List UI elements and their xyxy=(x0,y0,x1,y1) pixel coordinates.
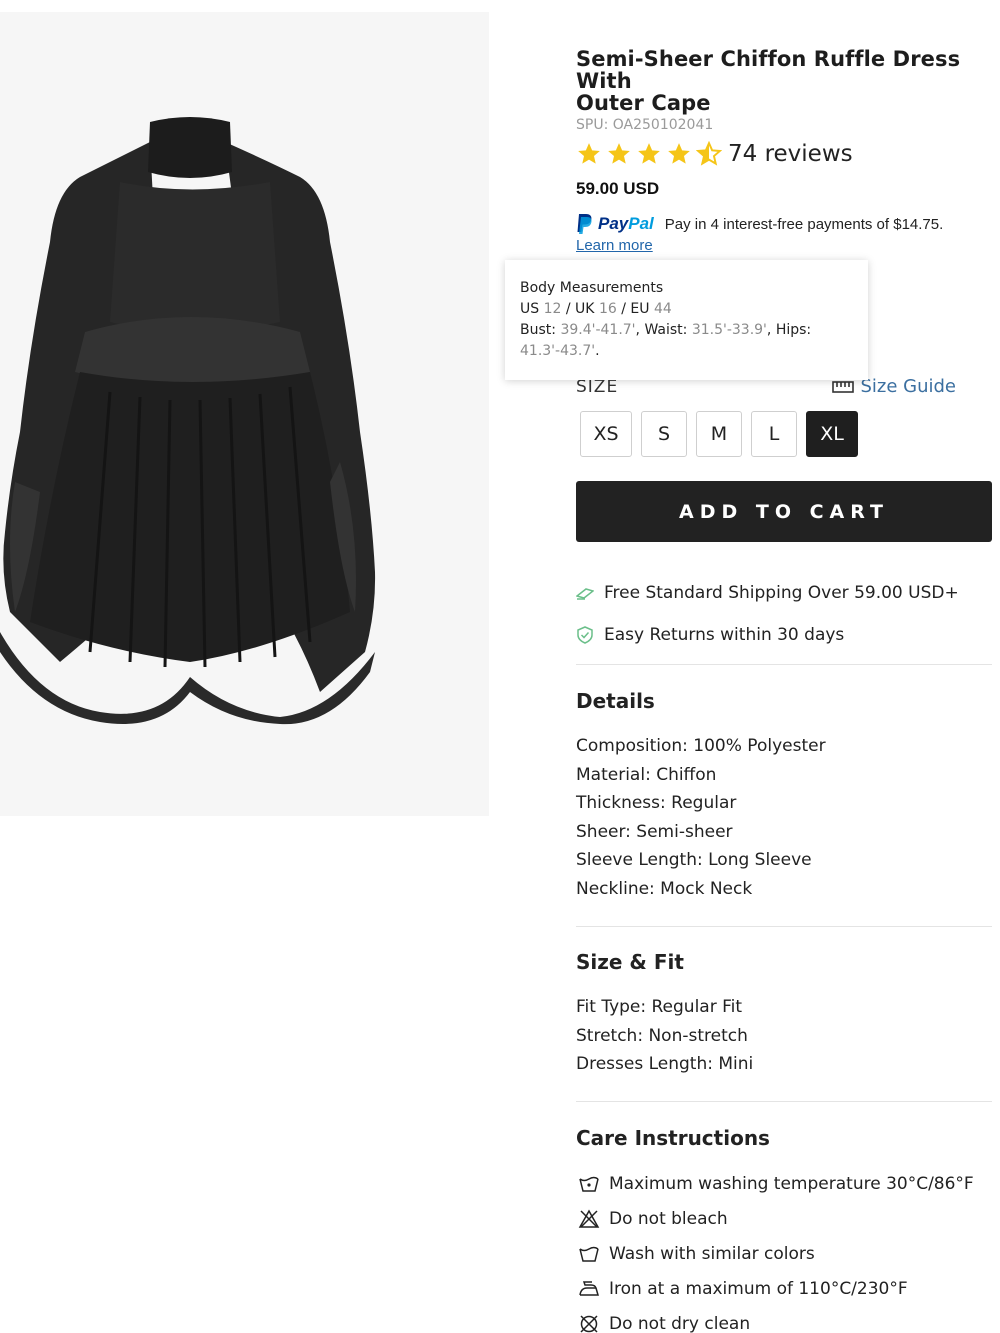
size-option-xs[interactable]: XS xyxy=(580,411,632,457)
tooltip-measurements: Bust: 39.4'-41.7', Waist: 31.5'-33.9', H… xyxy=(520,322,812,359)
paypal-logo-part1: Pay xyxy=(598,214,629,233)
rating-row[interactable]: 74 reviews xyxy=(576,139,992,169)
care-item: Do not bleach xyxy=(578,1201,974,1236)
star-rating xyxy=(576,141,722,167)
wash-tub-icon xyxy=(579,1246,599,1262)
hips-value: 41.3'-43.7' xyxy=(520,343,596,359)
size-option-xl[interactable]: XL xyxy=(806,411,858,457)
care-item-text: Iron at a maximum of 110°C/230°F xyxy=(609,1278,908,1299)
no-dry-clean-icon xyxy=(580,1314,598,1333)
easy-returns-perk: Easy Returns within 30 days xyxy=(576,625,844,645)
star-full-icon xyxy=(578,143,600,164)
product-title: Semi-Sheer Chiffon Ruffle Dress With Out… xyxy=(576,48,992,114)
paypal-logo-part2: Pal xyxy=(628,214,654,233)
care-item: Maximum washing temperature 30°C/86°F xyxy=(578,1166,974,1201)
paypal-banner: PayPal Pay in 4 interest-free payments o… xyxy=(576,213,992,235)
tooltip-title: Body Measurements xyxy=(520,280,664,296)
no-bleach-icon xyxy=(578,1208,600,1228)
details-item: Neckline: Mock Neck xyxy=(576,878,753,899)
spu-code: SPU: OA250102041 xyxy=(576,117,714,133)
reviews-link[interactable]: 74 reviews xyxy=(728,141,853,167)
wash-30-icon xyxy=(579,1176,599,1192)
free-shipping-text: Free Standard Shipping Over 59.00 USD+ xyxy=(604,583,959,603)
details-item: Sleeve Length: Long Sleeve xyxy=(576,850,812,871)
eu-label: EU xyxy=(630,301,650,317)
separator: / xyxy=(621,301,626,317)
care-heading[interactable]: Care Instructions xyxy=(576,1126,770,1150)
us-value: 12 xyxy=(543,301,562,317)
separator: / xyxy=(565,301,571,317)
details-heading[interactable]: Details xyxy=(576,689,655,713)
size-option-l[interactable]: L xyxy=(751,411,797,457)
care-list: Maximum washing temperature 30°C/86°F Do… xyxy=(578,1166,974,1333)
care-item: Wash with similar colors xyxy=(578,1236,974,1271)
add-to-cart-button[interactable]: ADD TO CART xyxy=(576,481,992,542)
paypal-installments-text: Pay in 4 interest-free payments of $14.7… xyxy=(664,215,944,233)
waist-value: 31.5'-33.9' xyxy=(691,322,767,338)
details-item: Material: Chiffon xyxy=(576,764,717,785)
size-fit-item: Fit Type: Regular Fit xyxy=(576,997,743,1017)
uk-label: UK xyxy=(575,301,595,317)
dress-photo xyxy=(0,117,376,725)
details-item: Thickness: Regular xyxy=(576,793,737,814)
product-info: Semi-Sheer Chiffon Ruffle Dress With Out… xyxy=(576,48,992,255)
care-item-text: Wash with similar colors xyxy=(609,1243,815,1264)
bust-label: Bust: xyxy=(520,322,556,338)
shield-check-icon xyxy=(577,626,593,644)
hips-label: Hips: xyxy=(775,322,812,338)
size-fit-list: Fit Type: Regular Fit Stretch: Non-stret… xyxy=(576,993,753,1079)
size-options: XS S M L XL xyxy=(580,411,858,457)
star-full-icon xyxy=(608,143,630,164)
care-item: Iron at a maximum of 110°C/230°F xyxy=(578,1271,974,1306)
tooltip-size-conversion: US 12 / UK 16 / EU 44 xyxy=(520,299,853,320)
waist-label: Waist: xyxy=(644,322,688,338)
details-list: Composition: 100% Polyester Material: Ch… xyxy=(576,732,826,904)
star-half-icon xyxy=(696,141,722,166)
easy-returns-text: Easy Returns within 30 days xyxy=(604,625,845,645)
body-measurements-tooltip: Body Measurements US 12 / UK 16 / EU 44 … xyxy=(505,260,868,380)
paypal-p-icon xyxy=(577,214,592,234)
shipping-icon xyxy=(576,588,594,600)
divider xyxy=(576,926,992,927)
uk-value: 16 xyxy=(598,301,617,317)
product-price: 59.00 USD xyxy=(576,179,660,198)
care-item-text: Do not bleach xyxy=(609,1208,728,1229)
size-fit-item: Stretch: Non-stretch xyxy=(576,1025,748,1046)
size-fit-heading[interactable]: Size & Fit xyxy=(576,950,684,974)
divider xyxy=(576,664,992,665)
title-line-1: Semi-Sheer Chiffon Ruffle Dress With xyxy=(576,47,961,93)
eu-value: 44 xyxy=(653,301,672,317)
divider xyxy=(576,1101,992,1102)
details-item: Composition: 100% Polyester xyxy=(576,736,826,756)
care-item-text: Do not dry clean xyxy=(609,1313,751,1333)
bust-value: 39.4'-41.7' xyxy=(560,322,636,338)
paypal-learn-more-link[interactable]: Learn more xyxy=(576,237,653,254)
details-item: Sheer: Semi-sheer xyxy=(576,821,733,842)
title-line-2: Outer Cape xyxy=(576,91,711,115)
size-option-s[interactable]: S xyxy=(641,411,687,457)
size-option-m[interactable]: M xyxy=(696,411,742,457)
ruler-icon xyxy=(832,380,855,393)
star-full-icon xyxy=(668,143,690,164)
free-shipping-perk: Free Standard Shipping Over 59.00 USD+ xyxy=(576,583,959,603)
care-item-text: Maximum washing temperature 30°C/86°F xyxy=(609,1173,974,1194)
size-guide-label: Size Guide xyxy=(860,376,956,397)
paypal-logo: PayPal xyxy=(576,213,654,235)
iron-icon xyxy=(579,1280,599,1296)
star-full-icon xyxy=(638,143,660,164)
size-fit-item: Dresses Length: Mini xyxy=(576,1054,754,1075)
us-label: US xyxy=(520,301,540,317)
care-item: Do not dry clean xyxy=(578,1306,974,1333)
product-image[interactable] xyxy=(0,12,489,816)
